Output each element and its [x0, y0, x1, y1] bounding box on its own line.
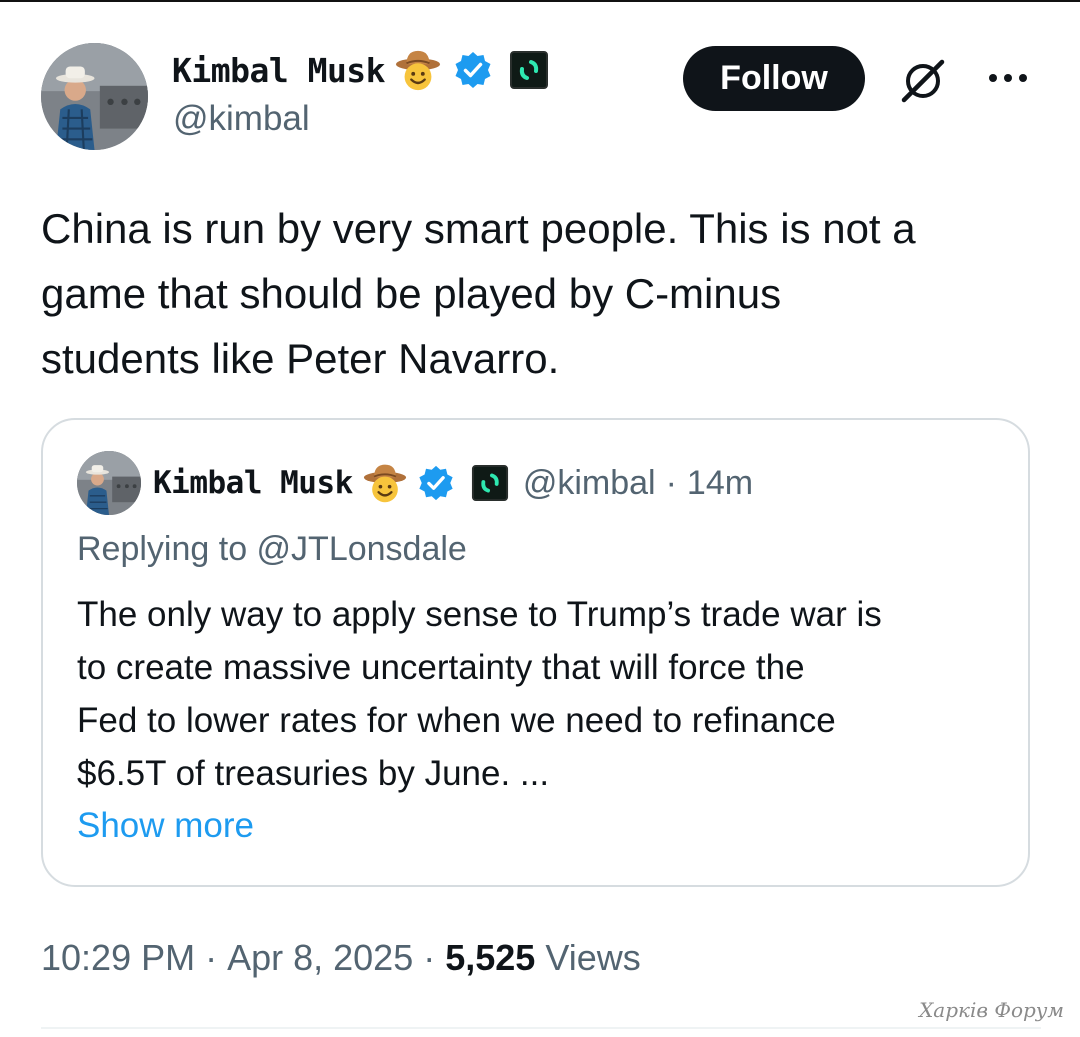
quote-separator: · — [665, 463, 677, 502]
grok-icon[interactable] — [898, 56, 948, 106]
meta-separator: · — [205, 937, 218, 978]
divider — [41, 1027, 1041, 1029]
quote-text: The only way to apply sense to Trump’s t… — [77, 595, 882, 793]
tweet-meta: 10:29 PM · Apr 8, 2025 · 5,525 Views — [41, 930, 641, 986]
quote-timestamp[interactable]: 14m — [687, 464, 753, 503]
author-name-row: Kimbal Musk — [172, 42, 549, 98]
top-rule — [0, 0, 1080, 2]
verified-badge-icon[interactable] — [453, 50, 493, 90]
show-more-link[interactable]: Show more — [77, 806, 254, 846]
author-avatar[interactable] — [41, 43, 148, 150]
views-label: Views — [545, 937, 641, 978]
quote-avatar-image — [77, 451, 141, 515]
cowboy-hat-face-emoji-icon — [395, 47, 441, 93]
follow-button[interactable]: Follow — [683, 46, 865, 111]
quote-handle[interactable]: @kimbal — [523, 464, 656, 503]
views-count[interactable]: 5,525 — [445, 937, 535, 979]
tweet-text: China is run by very smart people. This … — [41, 205, 916, 382]
verified-badge-icon[interactable] — [417, 464, 455, 502]
replying-to: Replying to @JTLonsdale — [77, 530, 467, 568]
author-display-name[interactable]: Kimbal Musk — [172, 51, 386, 90]
quote-author-avatar[interactable] — [77, 451, 141, 515]
quote-header: Kimbal Musk @kimbal · 14m — [153, 456, 753, 510]
quoted-tweet-card[interactable]: Kimbal Musk @kimbal · 14m Replying to @J… — [41, 418, 1030, 887]
affiliate-badge-icon[interactable] — [471, 464, 509, 502]
author-handle[interactable]: @kimbal — [173, 99, 310, 139]
tweet-time[interactable]: 10:29 PM — [41, 937, 195, 979]
quote-display-name[interactable]: Kimbal Musk — [153, 465, 353, 501]
tweet-date[interactable]: Apr 8, 2025 — [227, 937, 413, 979]
avatar-image — [41, 43, 148, 150]
meta-separator: · — [423, 937, 436, 978]
more-options-icon[interactable] — [985, 66, 1031, 90]
affiliate-badge-icon[interactable] — [509, 50, 549, 90]
watermark: Харків Форум — [919, 998, 1064, 1022]
cowboy-hat-face-emoji-icon — [363, 461, 407, 505]
